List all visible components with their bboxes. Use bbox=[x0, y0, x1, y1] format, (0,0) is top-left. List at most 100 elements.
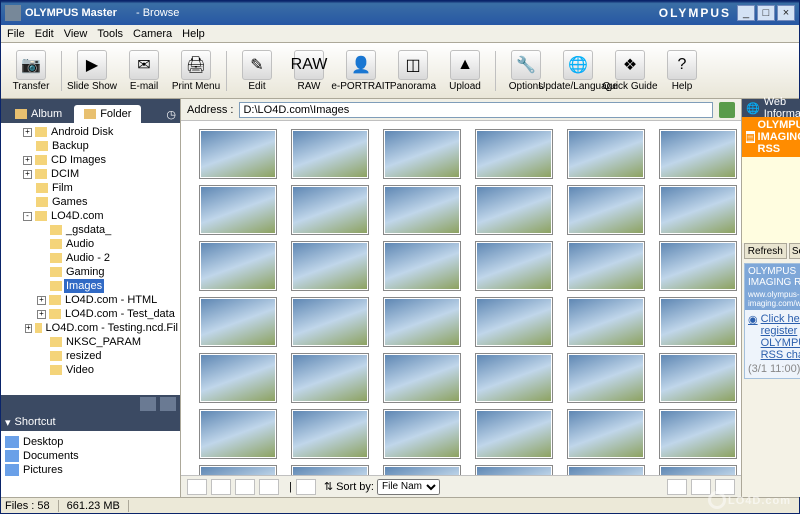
rss-header[interactable]: ▤ OLYMPUS IMAGING RSS bbox=[742, 117, 800, 157]
tree-item[interactable]: Backup bbox=[7, 139, 180, 153]
thumbnail[interactable] bbox=[475, 241, 553, 291]
tree-item[interactable]: +CD Images bbox=[7, 153, 180, 167]
settings-button[interactable]: Settings bbox=[789, 243, 800, 259]
thumbnail[interactable] bbox=[199, 241, 277, 291]
collapse-icon[interactable]: - bbox=[23, 212, 32, 221]
tab-album[interactable]: Album bbox=[5, 105, 72, 123]
tree-item[interactable]: _gsdata_ bbox=[7, 223, 180, 237]
toolbar-e-mail[interactable]: ✉E-mail bbox=[120, 50, 168, 92]
tree-item[interactable]: Audio - 2 bbox=[7, 251, 180, 265]
thumbnail[interactable] bbox=[567, 241, 645, 291]
tree-item[interactable]: -LO4D.com bbox=[7, 209, 180, 223]
minimize-button[interactable]: _ bbox=[737, 5, 755, 21]
thumbnail[interactable] bbox=[567, 409, 645, 459]
thumbnail[interactable] bbox=[383, 353, 461, 403]
tree-item[interactable]: Gaming bbox=[7, 265, 180, 279]
thumbnail[interactable] bbox=[291, 185, 369, 235]
shortcut-header[interactable]: ▾ Shortcut bbox=[1, 413, 180, 431]
thumbnail[interactable] bbox=[291, 353, 369, 403]
thumbnail[interactable] bbox=[659, 297, 737, 347]
thumbnail[interactable] bbox=[567, 353, 645, 403]
menu-help[interactable]: Help bbox=[182, 28, 205, 40]
tree-item[interactable]: +Android Disk bbox=[7, 125, 180, 139]
thumbnail-grid[interactable] bbox=[181, 121, 741, 475]
view-mode-1[interactable] bbox=[667, 479, 687, 495]
toolbar-e-portrait[interactable]: 👤e-PORTRAIT bbox=[337, 50, 385, 92]
rss-register-link[interactable]: ◉ Click here to register OLYMPUS RSS cha… bbox=[748, 313, 800, 361]
maximize-button[interactable]: □ bbox=[757, 5, 775, 21]
expand-icon[interactable]: + bbox=[23, 170, 32, 179]
thumbnail[interactable] bbox=[199, 185, 277, 235]
thumbnail[interactable] bbox=[567, 185, 645, 235]
tree-item[interactable]: +LO4D.com - Test_data bbox=[7, 307, 180, 321]
tree-item[interactable]: Images bbox=[7, 279, 180, 293]
thumbnail[interactable] bbox=[383, 129, 461, 179]
history-button[interactable]: ◷ bbox=[162, 106, 180, 123]
view-mode-3[interactable] bbox=[715, 479, 735, 495]
close-button[interactable]: × bbox=[777, 5, 795, 21]
toolbar-panorama[interactable]: ◫Panorama bbox=[389, 50, 437, 92]
tree-item[interactable]: Audio bbox=[7, 237, 180, 251]
go-button[interactable] bbox=[719, 102, 735, 118]
thumbnail[interactable] bbox=[659, 353, 737, 403]
tree-item[interactable]: +LO4D.com - HTML bbox=[7, 293, 180, 307]
zoom-in-button[interactable] bbox=[235, 479, 255, 495]
toolbar-transfer[interactable]: 📷Transfer bbox=[7, 50, 55, 92]
thumbnail[interactable] bbox=[199, 409, 277, 459]
toolbar-edit[interactable]: ✎Edit bbox=[233, 50, 281, 92]
toolbar-upload[interactable]: ▲Upload bbox=[441, 50, 489, 92]
thumbnail[interactable] bbox=[567, 297, 645, 347]
rotate-right-button[interactable] bbox=[211, 479, 231, 495]
view-mode-2[interactable] bbox=[691, 479, 711, 495]
thumbnail[interactable] bbox=[659, 409, 737, 459]
thumbnail[interactable] bbox=[383, 185, 461, 235]
thumbnail[interactable] bbox=[659, 129, 737, 179]
menu-file[interactable]: File bbox=[7, 28, 25, 40]
folder-tree[interactable]: +Android DiskBackup+CD Images+DCIMFilmGa… bbox=[1, 123, 180, 395]
expand-icon[interactable]: + bbox=[25, 324, 32, 333]
address-input[interactable] bbox=[239, 102, 713, 118]
rss-toggle-button[interactable] bbox=[296, 479, 316, 495]
thumbnail[interactable] bbox=[291, 297, 369, 347]
toolbar-slide-show[interactable]: ▶Slide Show bbox=[68, 50, 116, 92]
tree-item[interactable]: Film bbox=[7, 181, 180, 195]
tree-item[interactable]: +DCIM bbox=[7, 167, 180, 181]
thumbnail[interactable] bbox=[199, 129, 277, 179]
tree-item[interactable]: Games bbox=[7, 195, 180, 209]
toolbar-print-menu[interactable]: 🖨Print Menu bbox=[172, 50, 220, 92]
tab-folder[interactable]: Folder bbox=[74, 105, 141, 123]
thumbnail[interactable] bbox=[475, 409, 553, 459]
thumbnail[interactable] bbox=[199, 297, 277, 347]
new-folder-button[interactable] bbox=[140, 397, 156, 411]
sort-select[interactable]: File Nam bbox=[377, 479, 440, 495]
thumbnail[interactable] bbox=[475, 465, 553, 475]
thumbnail[interactable] bbox=[659, 465, 737, 475]
expand-icon[interactable]: + bbox=[37, 310, 46, 319]
thumbnail[interactable] bbox=[291, 241, 369, 291]
shortcut-item[interactable]: Pictures bbox=[5, 463, 176, 477]
thumbnail[interactable] bbox=[383, 241, 461, 291]
menu-view[interactable]: View bbox=[64, 28, 88, 40]
thumbnail[interactable] bbox=[475, 297, 553, 347]
thumbnail[interactable] bbox=[383, 297, 461, 347]
thumbnail[interactable] bbox=[475, 129, 553, 179]
toolbar-help[interactable]: ?Help bbox=[658, 50, 706, 92]
toolbar-raw[interactable]: RAWRAW bbox=[285, 50, 333, 92]
shortcut-item[interactable]: Desktop bbox=[5, 435, 176, 449]
refresh-button[interactable]: Refresh bbox=[744, 243, 787, 259]
tree-item[interactable]: +LO4D.com - Testing.ncd.Fil bbox=[7, 321, 180, 335]
thumbnail[interactable] bbox=[291, 129, 369, 179]
rotate-left-button[interactable] bbox=[187, 479, 207, 495]
thumbnail[interactable] bbox=[475, 353, 553, 403]
thumbnail[interactable] bbox=[383, 409, 461, 459]
zoom-out-button[interactable] bbox=[259, 479, 279, 495]
delete-folder-button[interactable] bbox=[160, 397, 176, 411]
thumbnail[interactable] bbox=[199, 353, 277, 403]
thumbnail[interactable] bbox=[567, 465, 645, 475]
thumbnail[interactable] bbox=[291, 465, 369, 475]
menu-tools[interactable]: Tools bbox=[97, 28, 123, 40]
thumbnail[interactable] bbox=[659, 241, 737, 291]
toolbar-quick-guide[interactable]: ❖Quick Guide bbox=[606, 50, 654, 92]
tree-item[interactable]: resized bbox=[7, 349, 180, 363]
thumbnail[interactable] bbox=[567, 129, 645, 179]
